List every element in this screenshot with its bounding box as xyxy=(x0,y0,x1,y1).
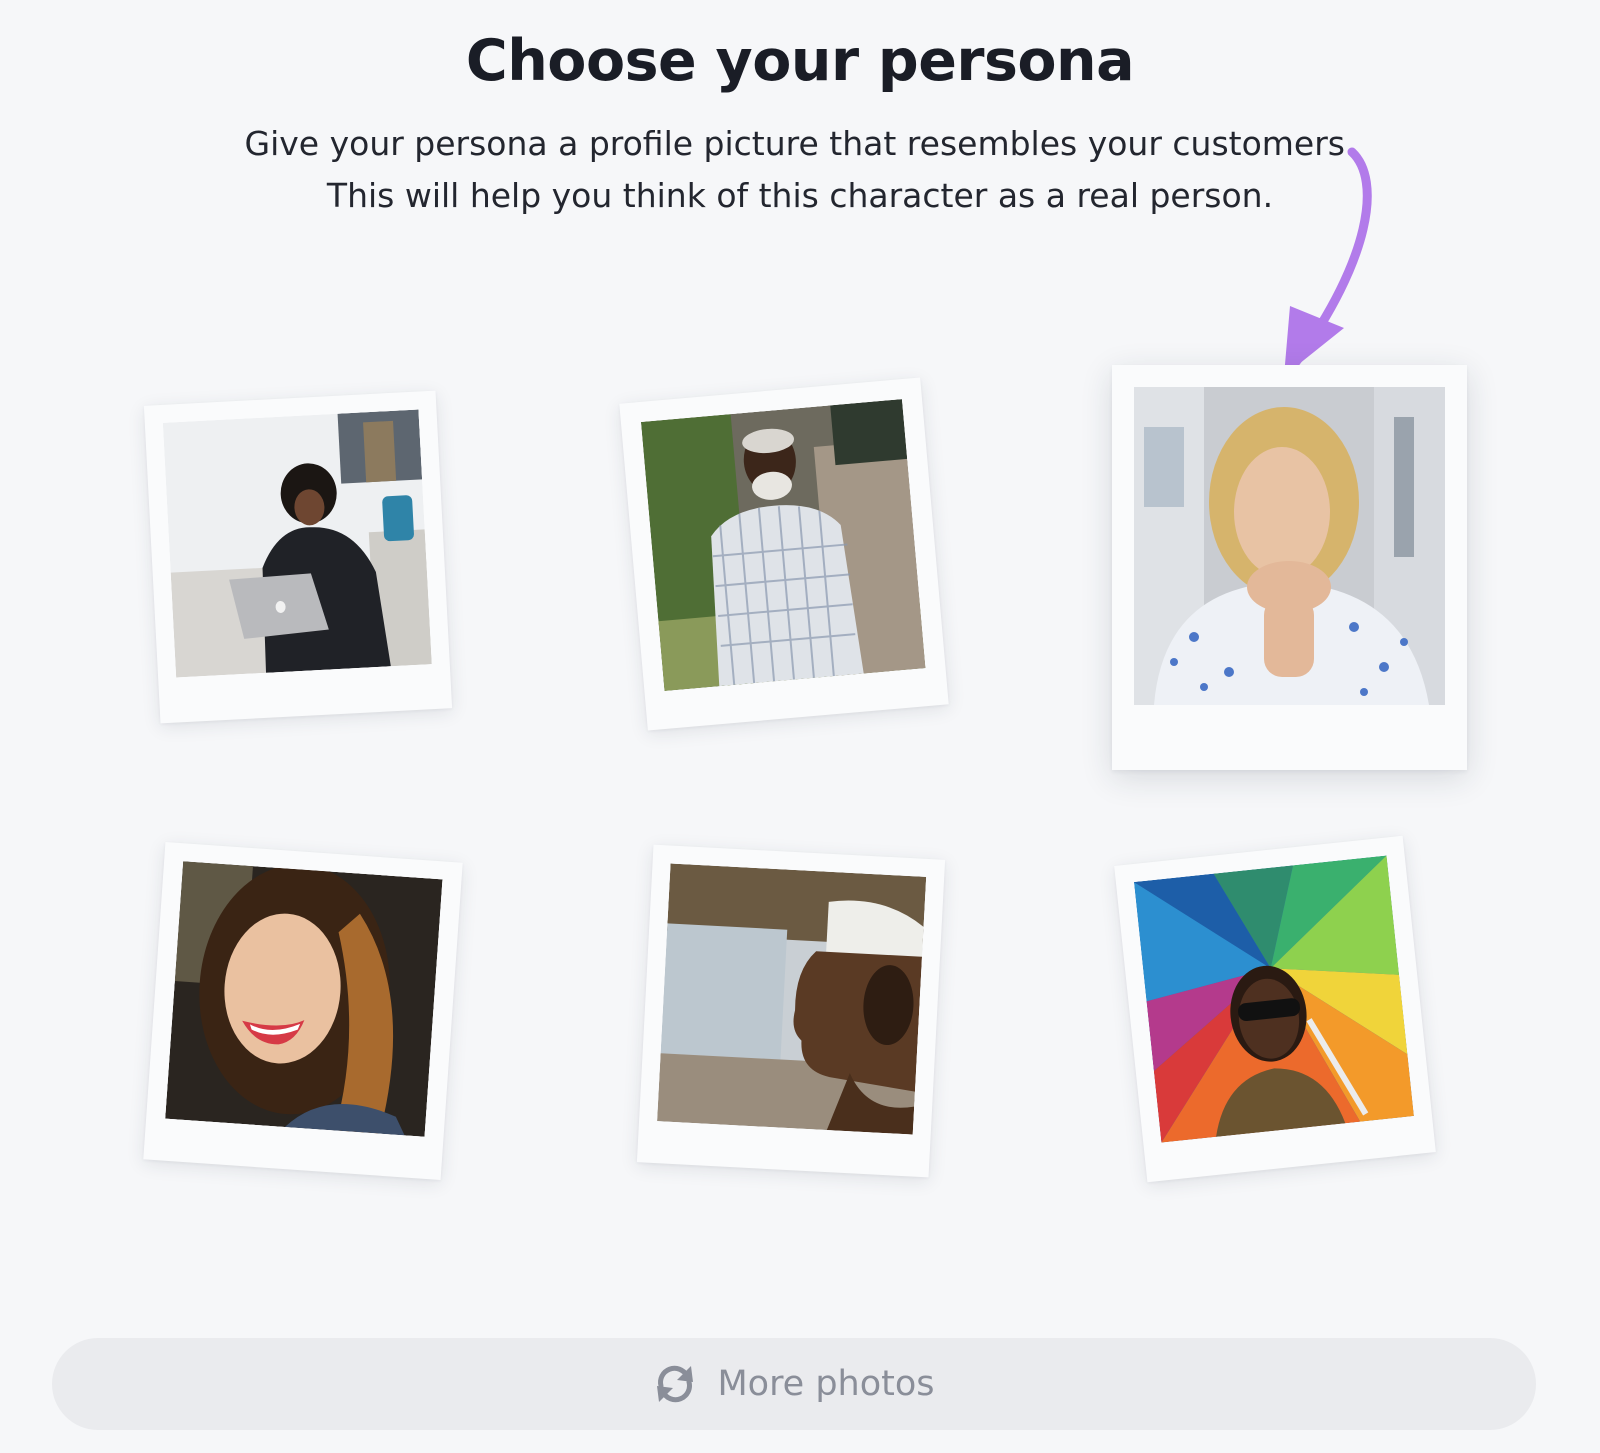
persona-photo-2[interactable] xyxy=(619,377,949,731)
persona-image-4 xyxy=(165,861,443,1137)
page-title: Choose your persona xyxy=(465,28,1135,94)
persona-photo-4[interactable] xyxy=(143,841,463,1181)
persona-photo-1[interactable] xyxy=(143,390,453,724)
persona-photo-5[interactable] xyxy=(636,844,946,1178)
persona-image-3 xyxy=(1134,387,1445,705)
more-photos-label: More photos xyxy=(717,1364,935,1404)
persona-photo-3-selected[interactable] xyxy=(1112,365,1467,770)
refresh-icon xyxy=(657,1365,694,1403)
persona-image-5 xyxy=(657,863,927,1135)
annotation-arrow-icon xyxy=(1284,147,1372,376)
more-photos-button[interactable]: More photos xyxy=(52,1338,1536,1430)
persona-image-2 xyxy=(640,399,926,691)
persona-photo-6[interactable] xyxy=(1114,835,1436,1183)
persona-image-1 xyxy=(162,409,432,678)
persona-image-6 xyxy=(1133,855,1414,1143)
